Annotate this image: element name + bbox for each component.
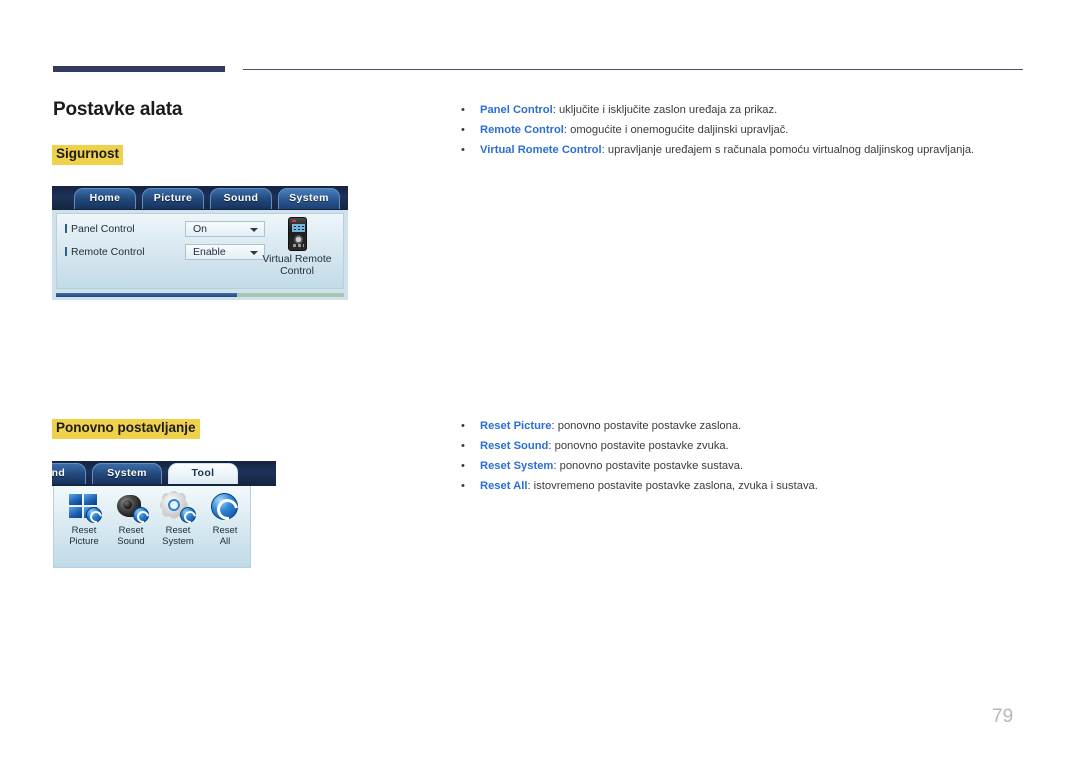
reset-system-label: Reset System: [162, 525, 194, 547]
reset-system-icon: [161, 492, 196, 523]
list-item: • Virtual Romete Control: upravljanje ur…: [458, 140, 1018, 160]
page-title: Postavke alata: [53, 99, 183, 120]
osd-scrollbar[interactable]: [56, 293, 344, 297]
header-rule-thick: [53, 66, 225, 72]
bullet-dot-icon: •: [461, 104, 465, 116]
section-heading-security: Sigurnost: [52, 145, 123, 165]
bullet-dot-icon: •: [461, 144, 465, 156]
vrc-label-line2: Control: [280, 265, 314, 277]
reset-sound-icon: [114, 492, 149, 523]
refresh-badge-icon: [133, 507, 149, 523]
bullet-term: Remote Control: [480, 124, 564, 136]
reset-sound-button[interactable]: Reset Sound: [107, 492, 155, 547]
reset-all-label: Reset All: [212, 525, 238, 547]
list-item: • Reset System: ponovno postavite postav…: [458, 456, 1018, 476]
osd-tab-bar: Home Picture Sound System: [52, 186, 348, 210]
bullet-term: Reset All: [480, 480, 528, 492]
reset-picture-button[interactable]: Reset Picture: [60, 492, 108, 547]
list-item: • Panel Control: uključite i isključite …: [458, 100, 1018, 120]
osd-tab-sound[interactable]: und: [52, 463, 86, 484]
bullet-dot-icon: •: [461, 124, 465, 136]
virtual-remote-control-label: Virtual Remote Control: [253, 253, 341, 277]
osd-screenshot-security: Home Picture Sound System Panel Control …: [52, 186, 348, 300]
osd-tab-tool[interactable]: Tool: [168, 463, 238, 484]
bullet-list-security: • Panel Control: uključite i isključite …: [458, 100, 1018, 160]
osd-tab-bar: und System Tool: [52, 461, 276, 486]
bullet-term: Reset System: [480, 460, 554, 472]
vrc-label-line1: Virtual Remote: [262, 253, 332, 265]
bullet-desc: : upravljanje uređajem s računala pomoću…: [601, 144, 975, 156]
bullet-dot-icon: •: [461, 440, 465, 452]
bullet-desc: : omogućite i onemogućite daljinski upra…: [563, 124, 789, 136]
bullet-term: Reset Picture: [480, 420, 552, 432]
bullet-dot-icon: •: [461, 460, 465, 472]
bullet-desc: : ponovno postavite postavke zaslona.: [551, 420, 742, 432]
refresh-badge-icon: [180, 507, 196, 523]
bullet-dot-icon: •: [461, 480, 465, 492]
osd-label-remote-control: Remote Control: [65, 246, 145, 258]
list-item: • Remote Control: omogućite i onemogućit…: [458, 120, 1018, 140]
list-item: • Reset All: istovremeno postavite posta…: [458, 476, 1018, 496]
virtual-remote-control-button[interactable]: Virtual Remote Control: [253, 217, 341, 277]
reset-all-button[interactable]: Reset All: [201, 492, 249, 547]
osd-tab-system[interactable]: System: [278, 188, 340, 209]
bullet-term: Reset Sound: [480, 440, 549, 452]
bullet-list-reset: • Reset Picture: ponovno postavite posta…: [458, 416, 1018, 496]
osd-label-panel-control: Panel Control: [65, 223, 135, 235]
osd-select-value: On: [193, 223, 208, 235]
list-item: • Reset Picture: ponovno postavite posta…: [458, 416, 1018, 436]
osd-tab-sound[interactable]: Sound: [210, 188, 272, 209]
refresh-badge-icon: [86, 507, 102, 523]
remote-control-icon: [287, 217, 307, 251]
reset-sound-label: Reset Sound: [117, 525, 145, 547]
reset-all-icon: [208, 492, 242, 522]
osd-select-value: Enable: [193, 246, 226, 258]
bullet-desc: : uključite i isključite zaslon uređaja …: [552, 104, 778, 116]
bullet-term: Virtual Romete Control: [480, 144, 602, 156]
header-rule-thin: [243, 69, 1023, 70]
reset-picture-label: Reset Picture: [69, 525, 99, 547]
osd-scrollbar-thumb[interactable]: [56, 293, 238, 297]
list-item: • Reset Sound: ponovno postavite postavk…: [458, 436, 1018, 456]
osd-tab-picture[interactable]: Picture: [142, 188, 204, 209]
bullet-dot-icon: •: [461, 420, 465, 432]
osd-panel-body: Reset Picture Reset Sound Reset System R…: [53, 486, 251, 568]
section-heading-reset: Ponovno postavljanje: [52, 419, 200, 439]
bullet-desc: : istovremeno postavite postavke zaslona…: [527, 480, 818, 492]
bullet-desc: : ponovno postavite postavke sustava.: [553, 460, 744, 472]
bullet-desc: : ponovno postavite postavke zvuka.: [548, 440, 729, 452]
osd-screenshot-reset: und System Tool Reset Picture Reset Soun…: [52, 461, 276, 572]
page-number: 79: [992, 706, 1014, 727]
osd-tab-home[interactable]: Home: [74, 188, 136, 209]
reset-picture-icon: [67, 492, 102, 523]
osd-panel-body: Panel Control On Remote Control Enable V…: [56, 213, 344, 289]
reset-system-button[interactable]: Reset System: [154, 492, 202, 547]
osd-tab-system[interactable]: System: [92, 463, 162, 484]
bullet-term: Panel Control: [480, 104, 553, 116]
